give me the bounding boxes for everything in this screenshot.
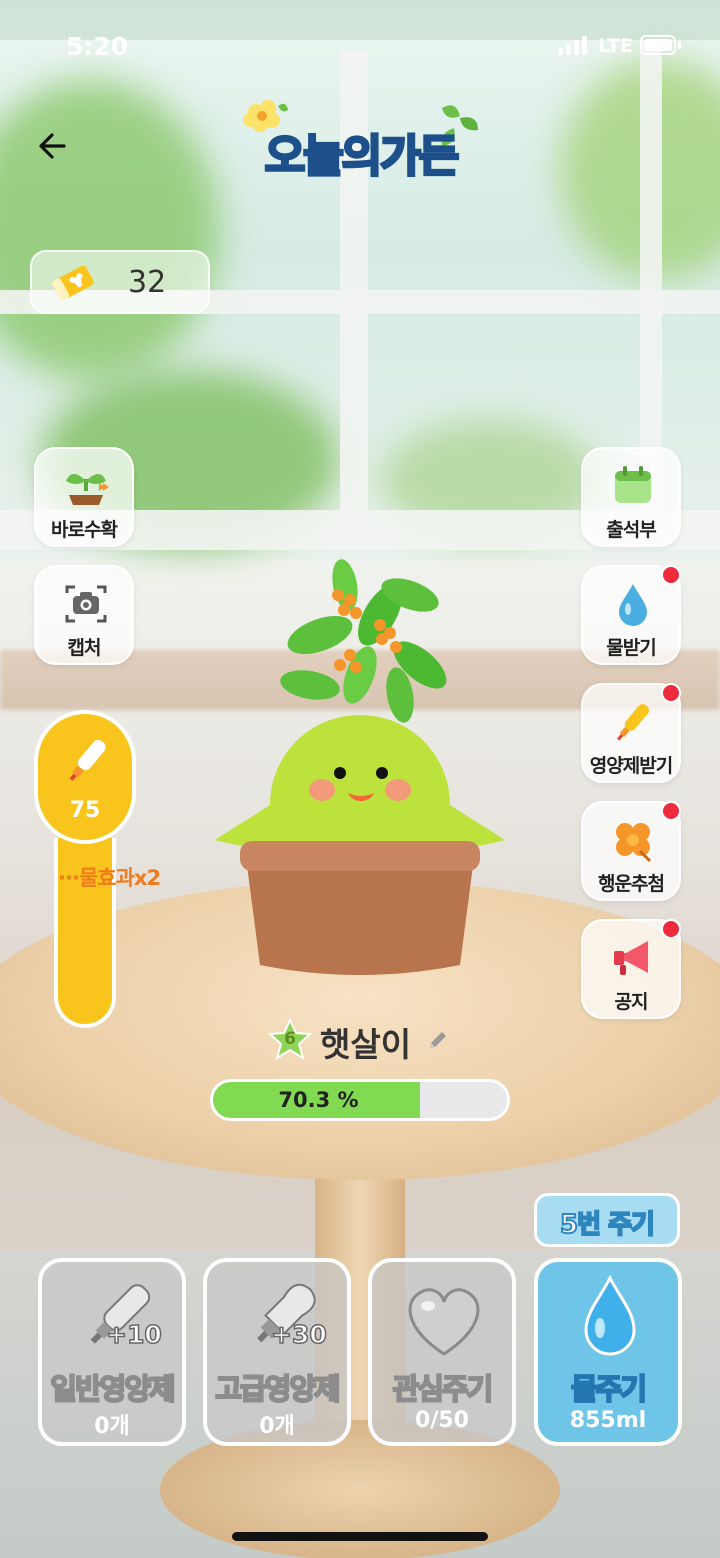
battery-icon: [640, 35, 676, 55]
plant-level: 6: [284, 1029, 296, 1049]
app-logo: 오늘의가든: [236, 98, 486, 188]
camera-icon: [65, 585, 107, 623]
ticket-count: 32: [128, 265, 167, 300]
signal-icon: [558, 36, 587, 55]
receive-nutrient-button[interactable]: 영양제받기: [581, 683, 681, 783]
premium-nutrient-button[interactable]: +30 고급영양제 0개: [203, 1258, 351, 1446]
notification-dot: [661, 683, 681, 703]
attendance-label: 출석부: [606, 519, 656, 541]
notification-dot: [661, 801, 681, 821]
calendar-icon: [615, 466, 651, 503]
nutrient-bottle-icon: [69, 740, 106, 781]
give-attention-label: 관심주기: [392, 1371, 495, 1407]
notification-dot: [661, 565, 681, 585]
receive-water-button[interactable]: 물받기: [581, 565, 681, 665]
status-bar: 5:20 LTE: [0, 0, 720, 90]
plant-body: [215, 715, 505, 855]
basic-nutrient-button[interactable]: +10 일반영양제 0개: [38, 1258, 186, 1446]
garden-screen: 5:20 LTE 오늘의가든 32 바로수확 캡처 출석부 물받기 영양제받기 …: [0, 0, 720, 1558]
clover-leaves: [280, 559, 447, 723]
plant-name: 햇살이: [320, 1025, 412, 1064]
megaphone-icon: [614, 941, 648, 975]
water-drop-icon: [619, 584, 647, 626]
status-time: 5:20: [66, 32, 129, 61]
basic-nutrient-count: 0개: [94, 1414, 130, 1439]
notice-button[interactable]: 공지: [581, 919, 681, 1019]
heart-icon: [408, 1288, 480, 1356]
water-effect-text: 물효과x2: [78, 866, 161, 890]
growth-progress-bar: 70.3 %: [210, 1079, 510, 1121]
instant-harvest-label: 바로수확: [51, 519, 118, 541]
sprout-icon: [66, 474, 109, 505]
notice-label: 공지: [614, 991, 649, 1013]
nutrient-bottle-icon: [90, 1284, 151, 1344]
ticket-counter[interactable]: 32: [30, 250, 210, 314]
attendance-button[interactable]: 출석부: [581, 447, 681, 547]
nutrient-bottle-icon: [617, 704, 650, 741]
instant-harvest-button[interactable]: 바로수확: [34, 447, 134, 547]
home-indicator[interactable]: [232, 1532, 488, 1541]
network-label: LTE: [598, 35, 633, 57]
premium-nutrient-count: 0개: [259, 1414, 295, 1439]
capture-button[interactable]: 캡처: [34, 565, 134, 665]
notification-dot: [661, 919, 681, 939]
clover-icon: [616, 823, 652, 863]
give-water-button[interactable]: 물주기 855ml: [534, 1258, 682, 1446]
edit-name-icon[interactable]: [426, 1028, 450, 1052]
water-count-badge: 5번 주기: [534, 1193, 680, 1247]
back-arrow-icon[interactable]: [34, 126, 74, 166]
give-attention-count: 0/50: [415, 1408, 469, 1433]
water-drop-icon: [584, 1274, 636, 1356]
nutrient-gauge-value: 75: [69, 798, 101, 823]
app-title: 오늘의가든: [263, 130, 460, 184]
capture-label: 캡처: [67, 637, 102, 659]
premium-nutrient-label: 고급영양제: [214, 1371, 341, 1407]
give-water-label: 물주기: [570, 1371, 648, 1407]
nutrient-bonus: +30: [270, 1319, 327, 1350]
nutrient-gauge-head: 75: [34, 710, 136, 844]
basic-nutrient-label: 일반영양제: [49, 1371, 176, 1407]
plant-character[interactable]: [210, 555, 510, 1005]
water-count-text: 5번 주기: [559, 1209, 656, 1241]
lucky-draw-button[interactable]: 행운추첨: [581, 801, 681, 901]
ticket-icon: [52, 265, 94, 301]
nutrient-bonus: +10: [105, 1319, 162, 1350]
lucky-draw-label: 행운추첨: [598, 873, 665, 895]
give-attention-button[interactable]: 관심주기 0/50: [368, 1258, 516, 1446]
receive-water-label: 물받기: [606, 637, 656, 659]
receive-nutrient-label: 영양제받기: [589, 755, 673, 777]
premium-nutrient-icon: [257, 1283, 316, 1343]
growth-progress-text: 70.3 %: [278, 1088, 359, 1112]
water-effect-label: ···물효과x2: [58, 866, 161, 890]
water-amount: 855ml: [569, 1408, 647, 1433]
